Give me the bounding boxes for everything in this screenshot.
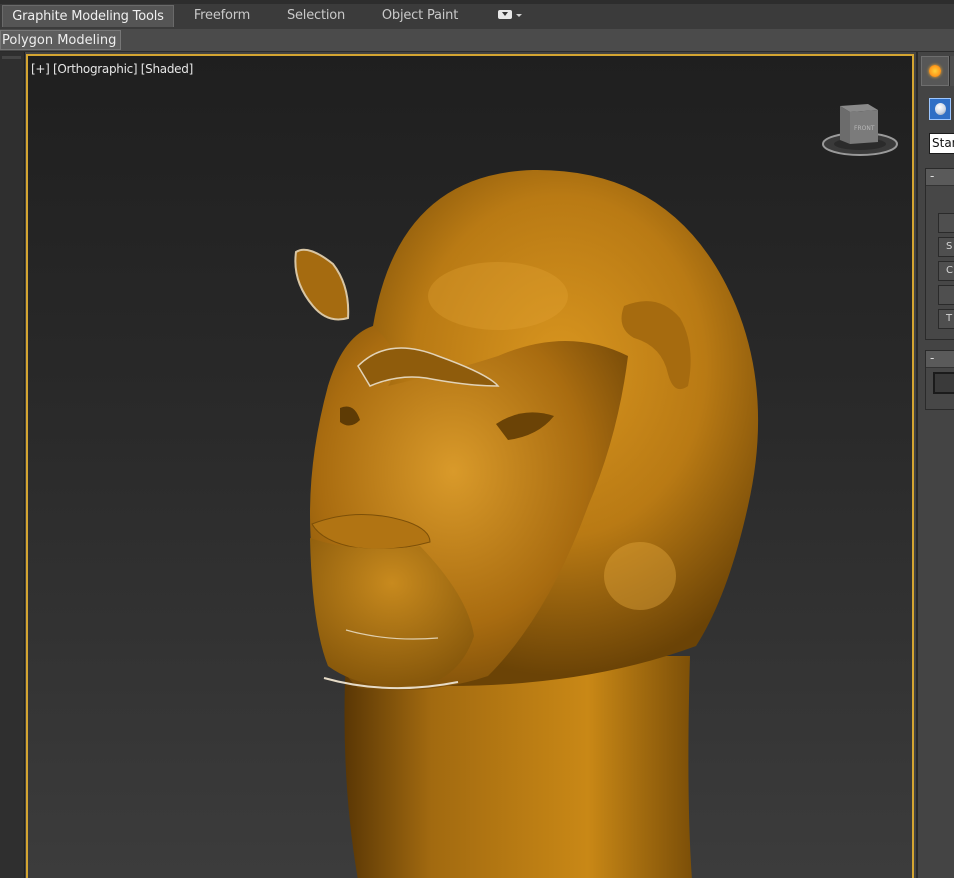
command-panel: Standard Primitives - S C T - (916, 52, 954, 878)
tab-selection[interactable]: Selection (276, 5, 356, 27)
rollout-header[interactable]: - (926, 169, 954, 186)
modify-tab[interactable] (949, 56, 954, 86)
cheek-highlight (604, 542, 676, 610)
primitive-button[interactable] (938, 213, 954, 233)
tab-freeform[interactable]: Freeform (180, 5, 264, 27)
object-type-rollout: - S C T (925, 168, 954, 340)
ribbon-top-border (0, 0, 954, 4)
primitive-button[interactable] (938, 285, 954, 305)
ribbon-options-icon[interactable] (498, 10, 512, 19)
primitive-button[interactable]: T (938, 309, 954, 329)
panel-polygon-modeling[interactable]: Polygon Modeling (0, 30, 122, 50)
name-color-rollout: - (925, 350, 954, 410)
viewcube-face-front (840, 106, 850, 144)
primitive-button[interactable]: S (938, 237, 954, 257)
rollout-header[interactable]: - (926, 351, 954, 368)
ribbon-tab-bar: Graphite Modeling Tools Freeform Selecti… (0, 0, 954, 30)
viewport-label[interactable]: [+] [Orthographic] [Shaded] (31, 62, 193, 76)
tab-graphite-modeling-tools[interactable]: Graphite Modeling Tools (2, 5, 174, 27)
sun-light-icon (929, 65, 941, 77)
primitive-button[interactable]: C (938, 261, 954, 281)
toolbar-handle[interactable] (2, 56, 21, 59)
left-ear (294, 248, 350, 321)
tab-object-paint[interactable]: Object Paint (370, 5, 470, 27)
sphere-geometry-icon[interactable] (929, 98, 951, 120)
object-name-field[interactable] (933, 372, 954, 394)
left-toolbar-strip (0, 52, 25, 878)
ribbon-panel-row: Polygon Modeling (0, 29, 954, 52)
viewcube-icon[interactable]: FRONT (820, 100, 900, 160)
perspective-viewport[interactable]: FRONT [+] [Orthographic] [Shaded] (26, 54, 914, 878)
chevron-down-icon[interactable] (516, 14, 522, 17)
category-dropdown[interactable]: Standard Primitives (929, 133, 954, 154)
forehead-highlight (428, 262, 568, 330)
create-tab[interactable] (921, 56, 949, 86)
viewcube-face-label: FRONT (854, 125, 875, 132)
lion-head-model[interactable] (28, 56, 912, 878)
